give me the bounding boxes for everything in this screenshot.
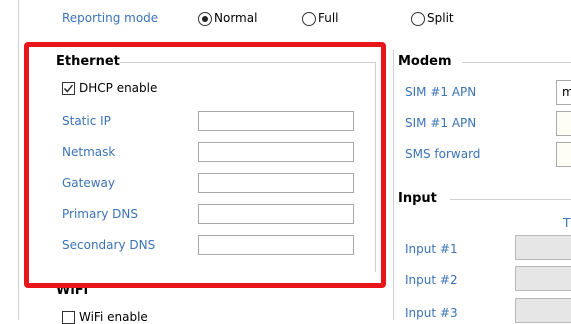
radio-normal-label[interactable]: Normal: [214, 11, 257, 25]
input-3-field[interactable]: [515, 298, 571, 323]
panel-left-border: [18, 0, 19, 320]
radio-full[interactable]: [302, 12, 316, 26]
input-1-field[interactable]: [515, 235, 571, 260]
ethernet-highlight-box: [24, 42, 386, 288]
sms-forward-input[interactable]: [556, 142, 571, 167]
wifi-enable-checkbox[interactable]: [62, 311, 75, 324]
radio-normal[interactable]: [198, 12, 212, 26]
radio-full-label[interactable]: Full: [318, 11, 339, 25]
input-title: Input: [398, 191, 437, 206]
input-2-field[interactable]: [515, 266, 571, 291]
radio-split[interactable]: [411, 12, 425, 26]
panel-divider: [393, 50, 394, 320]
sim1-apn-label: SIM #1 APN: [405, 85, 477, 99]
input-3-label: Input #3: [405, 306, 458, 320]
modem-title: Modem: [398, 54, 452, 69]
input-group-top: [450, 199, 571, 200]
sim1-apn-value: m: [562, 85, 571, 99]
sim1-apn-label-2: SIM #1 APN: [405, 116, 477, 130]
input-1-label: Input #1: [405, 242, 458, 256]
sim1-apn-input[interactable]: m: [556, 80, 571, 105]
sim1-apn-input-2[interactable]: [556, 111, 571, 136]
wifi-enable-label[interactable]: WiFi enable: [79, 310, 148, 324]
input-column-header: T: [563, 216, 571, 230]
radio-split-label[interactable]: Split: [427, 11, 454, 25]
reporting-mode-label: Reporting mode: [62, 11, 159, 25]
modem-group-top: [462, 62, 571, 63]
input-2-label: Input #2: [405, 273, 458, 287]
sms-forward-label: SMS forward: [405, 147, 481, 161]
